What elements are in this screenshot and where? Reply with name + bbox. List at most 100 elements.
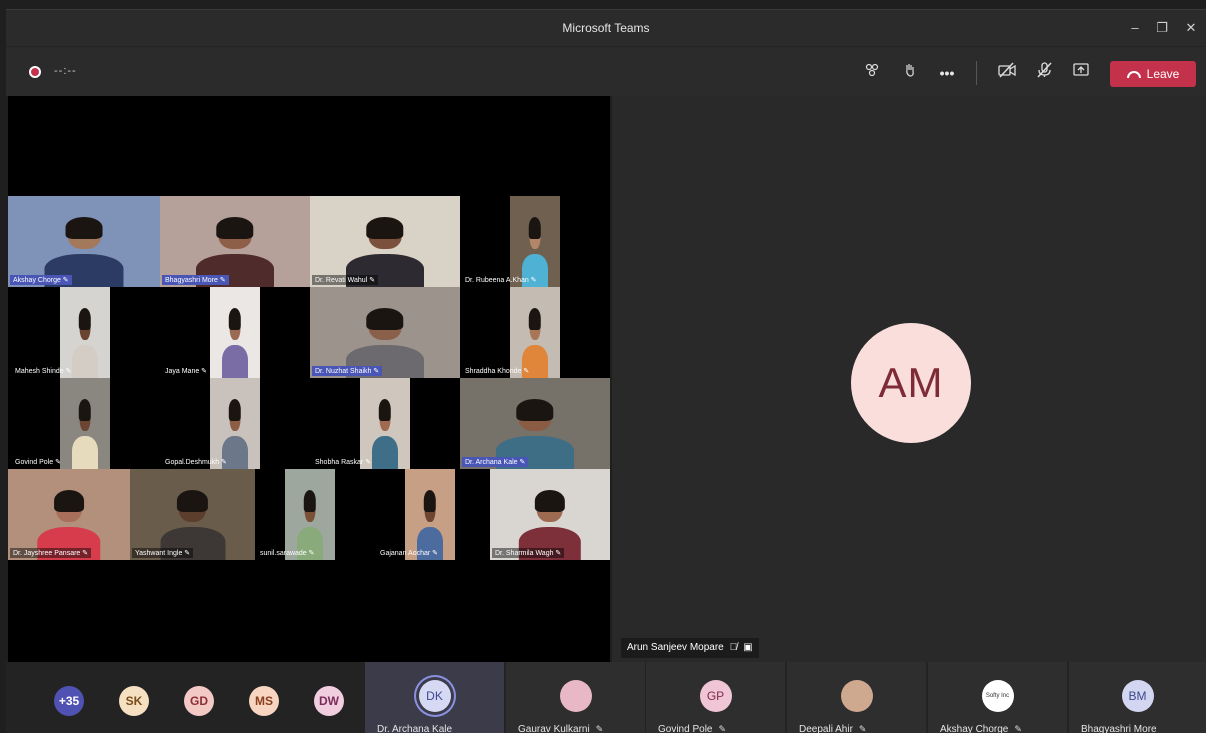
participant-tile[interactable]: BM Bhagyashri More	[1069, 662, 1206, 733]
mic-off-icon: ✎	[858, 724, 867, 733]
camera-feed	[8, 469, 130, 560]
video-shape	[366, 308, 404, 330]
video-shape	[423, 490, 437, 512]
video-tile[interactable]: Dr. Rubeena A.Khan ✎	[465, 196, 560, 287]
video-tile-name: Dr. Revati Wahul ✎	[312, 275, 379, 285]
video-tile[interactable]: sunil.sarawade ✎	[260, 469, 335, 560]
restore-button[interactable]: ❐	[1151, 18, 1173, 38]
title-bar: Microsoft Teams – ❐ ✕	[6, 10, 1206, 46]
video-tile-name: Dr. Archana Kale ✎	[462, 457, 529, 467]
video-shape	[72, 436, 98, 469]
pin-icon: ▣	[743, 642, 753, 653]
video-shape	[176, 490, 209, 512]
participant-tile[interactable]: Deepali Ahir ✎	[787, 662, 926, 733]
camera-feed	[160, 196, 310, 287]
shared-screen: Akshay Chorge ✎ Bhagyashri More ✎ Dr. Reva…	[8, 96, 610, 662]
video-shape	[72, 345, 98, 378]
presenter-avatar: AM	[851, 323, 971, 443]
video-tile[interactable]: Bhagyashri More ✎	[160, 196, 310, 287]
video-tile[interactable]: Shraddha Khonde ✎	[465, 287, 560, 378]
camera-feed	[510, 196, 560, 287]
video-shape	[303, 490, 317, 512]
participant-avatar[interactable]: MS	[249, 686, 279, 716]
video-tile-name: Dr. Sharmila Wagh ✎	[492, 548, 565, 558]
video-tile[interactable]: Govind Pole ✎	[15, 378, 110, 469]
hand-icon[interactable]	[899, 62, 921, 84]
participant-avatar[interactable]: DW	[314, 686, 344, 716]
more-icon[interactable]: •••	[936, 62, 958, 84]
camera-feed	[460, 378, 610, 469]
window-title: Microsoft Teams	[562, 21, 650, 35]
participant-tile[interactable]: DK Dr. Archana Kale	[365, 662, 504, 733]
video-tile[interactable]: Jaya Mane ✎	[165, 287, 260, 378]
camera-feed	[60, 287, 110, 378]
participant-name: Govind Pole ✎	[658, 724, 727, 733]
video-shape	[78, 308, 92, 330]
people-icon[interactable]	[861, 62, 883, 84]
participant-avatar	[840, 680, 873, 712]
participant-avatar[interactable]: GD	[184, 686, 214, 716]
video-tile[interactable]: Gopal.Deshmukh ✎	[165, 378, 260, 469]
camera-feed	[210, 287, 260, 378]
video-tile-name: Mahesh Shinde ✎	[15, 368, 72, 375]
video-tile[interactable]: Yashwant Ingle ✎	[130, 469, 255, 560]
participant-tile[interactable]: Softy Inc Akshay Chorge ✎	[928, 662, 1067, 733]
close-button[interactable]: ✕	[1180, 18, 1202, 38]
video-shape	[516, 399, 554, 421]
minimize-button[interactable]: –	[1124, 18, 1146, 38]
participant-strip: +35 SK GD MS DW DK Dr. Archana Kale Gaurav Kul…	[6, 662, 1206, 733]
mic-off-icon: 🎙̸	[729, 642, 738, 653]
video-shape	[366, 217, 404, 239]
video-tile-name: Dr. Nuzhat Shaikh ✎	[312, 366, 383, 376]
video-tile[interactable]: Shobha Raskar ✎	[315, 378, 410, 469]
mic-off-icon: ✎	[595, 724, 604, 733]
video-shape	[78, 399, 92, 421]
camera-feed	[490, 469, 610, 560]
video-tile[interactable]: Dr. Revati Wahul ✎	[310, 196, 460, 287]
participant-avatar: Softy Inc	[981, 680, 1014, 712]
overflow-count[interactable]: +35	[54, 686, 84, 716]
video-tile[interactable]: Dr. Sharmila Wagh ✎	[490, 469, 610, 560]
participant-avatar	[559, 680, 592, 712]
video-tile-name: Dr. Jayshree Pansare ✎	[10, 548, 92, 558]
video-tile-name: Govind Pole ✎	[15, 459, 61, 466]
participant-video	[72, 398, 98, 469]
presenter-name: Arun Sanjeev Mopare	[627, 642, 724, 653]
mic-off-icon: ✎	[718, 724, 727, 733]
video-shape	[378, 399, 392, 421]
camera-feed	[405, 469, 455, 560]
leave-label: Leave	[1146, 67, 1180, 81]
presenter-name-tag: Arun Sanjeev Mopare 🎙̸ ▣	[621, 638, 759, 658]
video-shape	[372, 436, 398, 469]
video-shape	[228, 308, 242, 330]
share-icon[interactable]	[1070, 62, 1092, 84]
video-tile-name: Gajanan Aochar ✎	[380, 550, 439, 557]
video-tile[interactable]: Gajanan Aochar ✎	[380, 469, 455, 560]
video-tile[interactable]: Mahesh Shinde ✎	[15, 287, 110, 378]
video-shape	[65, 217, 103, 239]
participant-avatar: GP	[699, 680, 732, 712]
video-tile-name: Yashwant Ingle ✎	[132, 548, 194, 558]
video-shape	[528, 308, 542, 330]
camera-feed	[60, 378, 110, 469]
video-tile[interactable]: Dr. Nuzhat Shaikh ✎	[310, 287, 460, 378]
video-shape	[216, 217, 254, 239]
participant-tile[interactable]: GP Govind Pole ✎	[646, 662, 785, 733]
camera-feed	[210, 378, 260, 469]
video-tile[interactable]: Akshay Chorge ✎	[8, 196, 160, 287]
main-stage: AM Arun Sanjeev Mopare 🎙̸ ▣	[612, 96, 1206, 662]
recording-indicator-icon	[29, 66, 41, 78]
video-tile-name: Shobha Raskar ✎	[315, 459, 372, 466]
video-tile-name: Bhagyashri More ✎	[162, 275, 229, 285]
camera-feed	[510, 287, 560, 378]
participant-avatar[interactable]: SK	[119, 686, 149, 716]
video-tile[interactable]: Dr. Archana Kale ✎	[460, 378, 610, 469]
participant-tile[interactable]: Gaurav Kulkarni ✎	[506, 662, 645, 733]
camera-feed	[310, 196, 460, 287]
camera-off-icon[interactable]	[996, 62, 1018, 84]
participant-video	[372, 398, 398, 469]
leave-button[interactable]: Leave	[1110, 61, 1196, 87]
video-tile[interactable]: Dr. Jayshree Pansare ✎	[8, 469, 130, 560]
mic-off-icon[interactable]	[1033, 62, 1055, 84]
participant-name: Akshay Chorge ✎	[940, 724, 1022, 733]
